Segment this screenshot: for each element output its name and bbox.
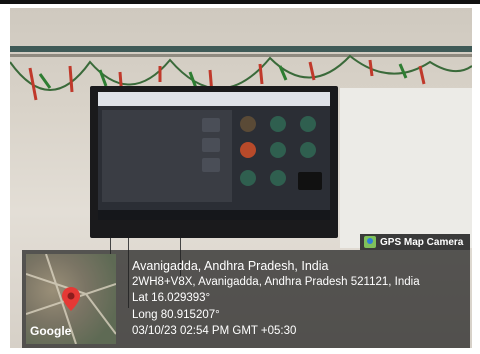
longitude: Long 80.915207° bbox=[132, 308, 220, 321]
app-icon bbox=[240, 142, 256, 158]
top-border bbox=[0, 0, 480, 4]
app-icon bbox=[270, 170, 286, 186]
app-icon bbox=[270, 142, 286, 158]
thumbnail bbox=[298, 172, 322, 190]
app-icon bbox=[300, 116, 316, 132]
taskbar bbox=[98, 210, 330, 220]
whiteboard bbox=[340, 88, 472, 248]
gps-camera-label: GPS Map Camera bbox=[380, 236, 464, 248]
location-pin-icon bbox=[62, 287, 80, 311]
location-info: Avanigadda, Andhra Pradesh, India 2WH8+V… bbox=[132, 258, 420, 339]
app-icon bbox=[300, 142, 316, 158]
panel-tile bbox=[202, 118, 220, 132]
latitude: Lat 16.029393° bbox=[132, 292, 211, 305]
app-icon bbox=[240, 116, 256, 132]
app-icon bbox=[270, 116, 286, 132]
gps-camera-badge: GPS Map Camera bbox=[360, 234, 470, 250]
panel-tile bbox=[202, 138, 220, 152]
location-address: 2WH8+V8X, Avanigadda, Andhra Pradesh 521… bbox=[132, 276, 420, 289]
panel-tile bbox=[202, 158, 220, 172]
google-logo: Google bbox=[30, 324, 72, 338]
timestamp: 03/10/23 02:54 PM GMT +05:30 bbox=[132, 324, 297, 337]
camera-icon bbox=[364, 236, 376, 248]
photo-frame: GPS Map Camera Google Avanigadda, Andhra… bbox=[0, 0, 480, 354]
app-icon bbox=[240, 170, 256, 186]
window-titlebar bbox=[98, 92, 330, 106]
location-title: Avanigadda, Andhra Pradesh, India bbox=[132, 259, 329, 273]
tv-screen bbox=[98, 92, 330, 220]
